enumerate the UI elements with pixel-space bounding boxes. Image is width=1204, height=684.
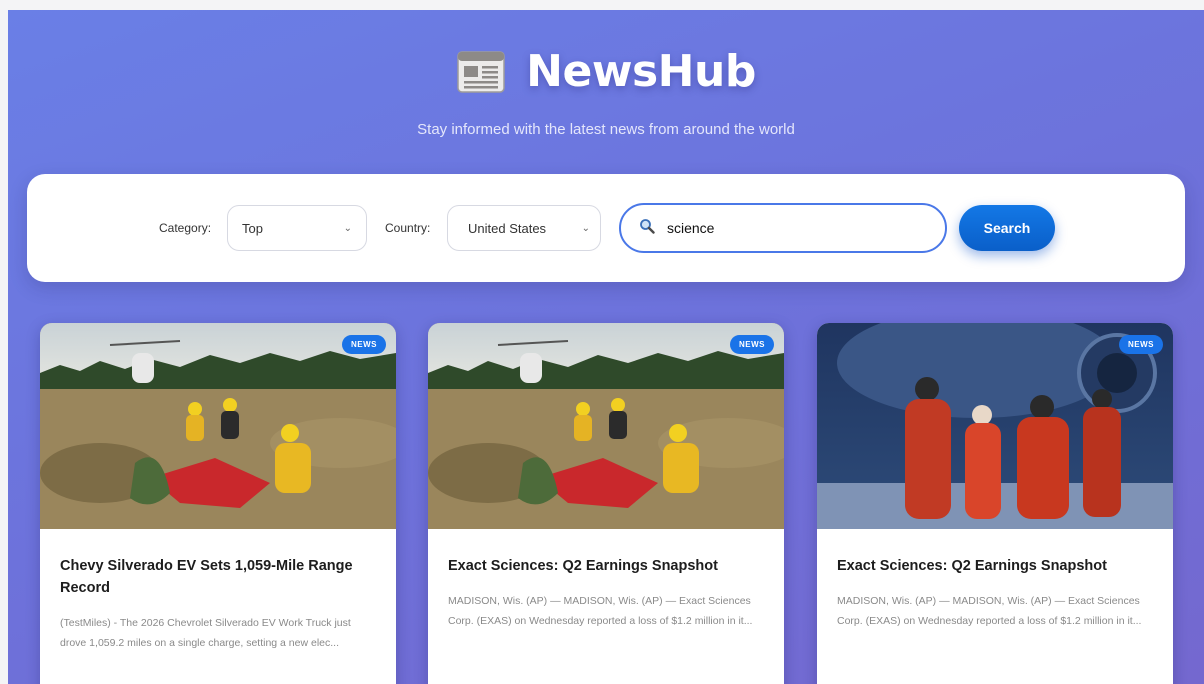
chevron-down-icon: ⌄: [343, 222, 352, 234]
article-title[interactable]: Exact Sciences: Q2 Earnings Snapshot: [448, 555, 764, 577]
country-select[interactable]: United States ⌄: [447, 205, 601, 251]
article-image: NEWS: [428, 323, 784, 529]
news-card[interactable]: NEWS Exact Sciences: Q2 Earnings Snapsho…: [428, 323, 784, 684]
article-description: (TestMiles) - The 2026 Chevrolet Silvera…: [60, 617, 351, 649]
article-image: NEWS: [40, 323, 396, 529]
news-card[interactable]: NEWS Exact Sciences: Q2 Earnings Snapsho…: [817, 323, 1173, 684]
header: NewsHub Stay informed with the latest ne…: [8, 46, 1204, 138]
app-background: NewsHub Stay informed with the latest ne…: [8, 10, 1204, 684]
category-badge: NEWS: [730, 335, 774, 354]
newspaper-icon: [456, 50, 506, 94]
card-body: Exact Sciences: Q2 Earnings Snapshot MAD…: [428, 529, 784, 631]
article-image: NEWS: [817, 323, 1173, 529]
search-field[interactable]: [619, 203, 947, 253]
category-select[interactable]: Top ⌄: [227, 205, 367, 251]
app-title: NewsHub: [526, 46, 756, 97]
tagline: Stay informed with the latest news from …: [417, 120, 795, 138]
search-icon: [639, 218, 655, 239]
article-title[interactable]: Exact Sciences: Q2 Earnings Snapshot: [837, 555, 1153, 577]
article-description: MADISON, Wis. (AP) — MADISON, Wis. (AP) …: [837, 595, 1142, 627]
search-button[interactable]: Search: [959, 205, 1055, 251]
filter-bar: Category: Top ⌄ Country: United States ⌄…: [27, 174, 1185, 282]
country-value: United States: [468, 220, 547, 236]
category-badge: NEWS: [1119, 335, 1163, 354]
category-badge: NEWS: [342, 335, 386, 354]
category-label: Category:: [159, 221, 212, 235]
search-input[interactable]: [665, 219, 909, 237]
news-card[interactable]: NEWS Chevy Silverado EV Sets 1,059-Mile …: [40, 323, 396, 684]
article-description: MADISON, Wis. (AP) — MADISON, Wis. (AP) …: [448, 595, 753, 627]
country-label: Country:: [385, 221, 431, 235]
card-body: Exact Sciences: Q2 Earnings Snapshot MAD…: [817, 529, 1173, 631]
card-body: Chevy Silverado EV Sets 1,059-Mile Range…: [40, 529, 396, 653]
category-value: Top: [242, 220, 263, 236]
brand: NewsHub: [456, 46, 756, 97]
chevron-down-icon: ⌄: [581, 222, 590, 234]
article-title[interactable]: Chevy Silverado EV Sets 1,059-Mile Range…: [60, 555, 376, 599]
